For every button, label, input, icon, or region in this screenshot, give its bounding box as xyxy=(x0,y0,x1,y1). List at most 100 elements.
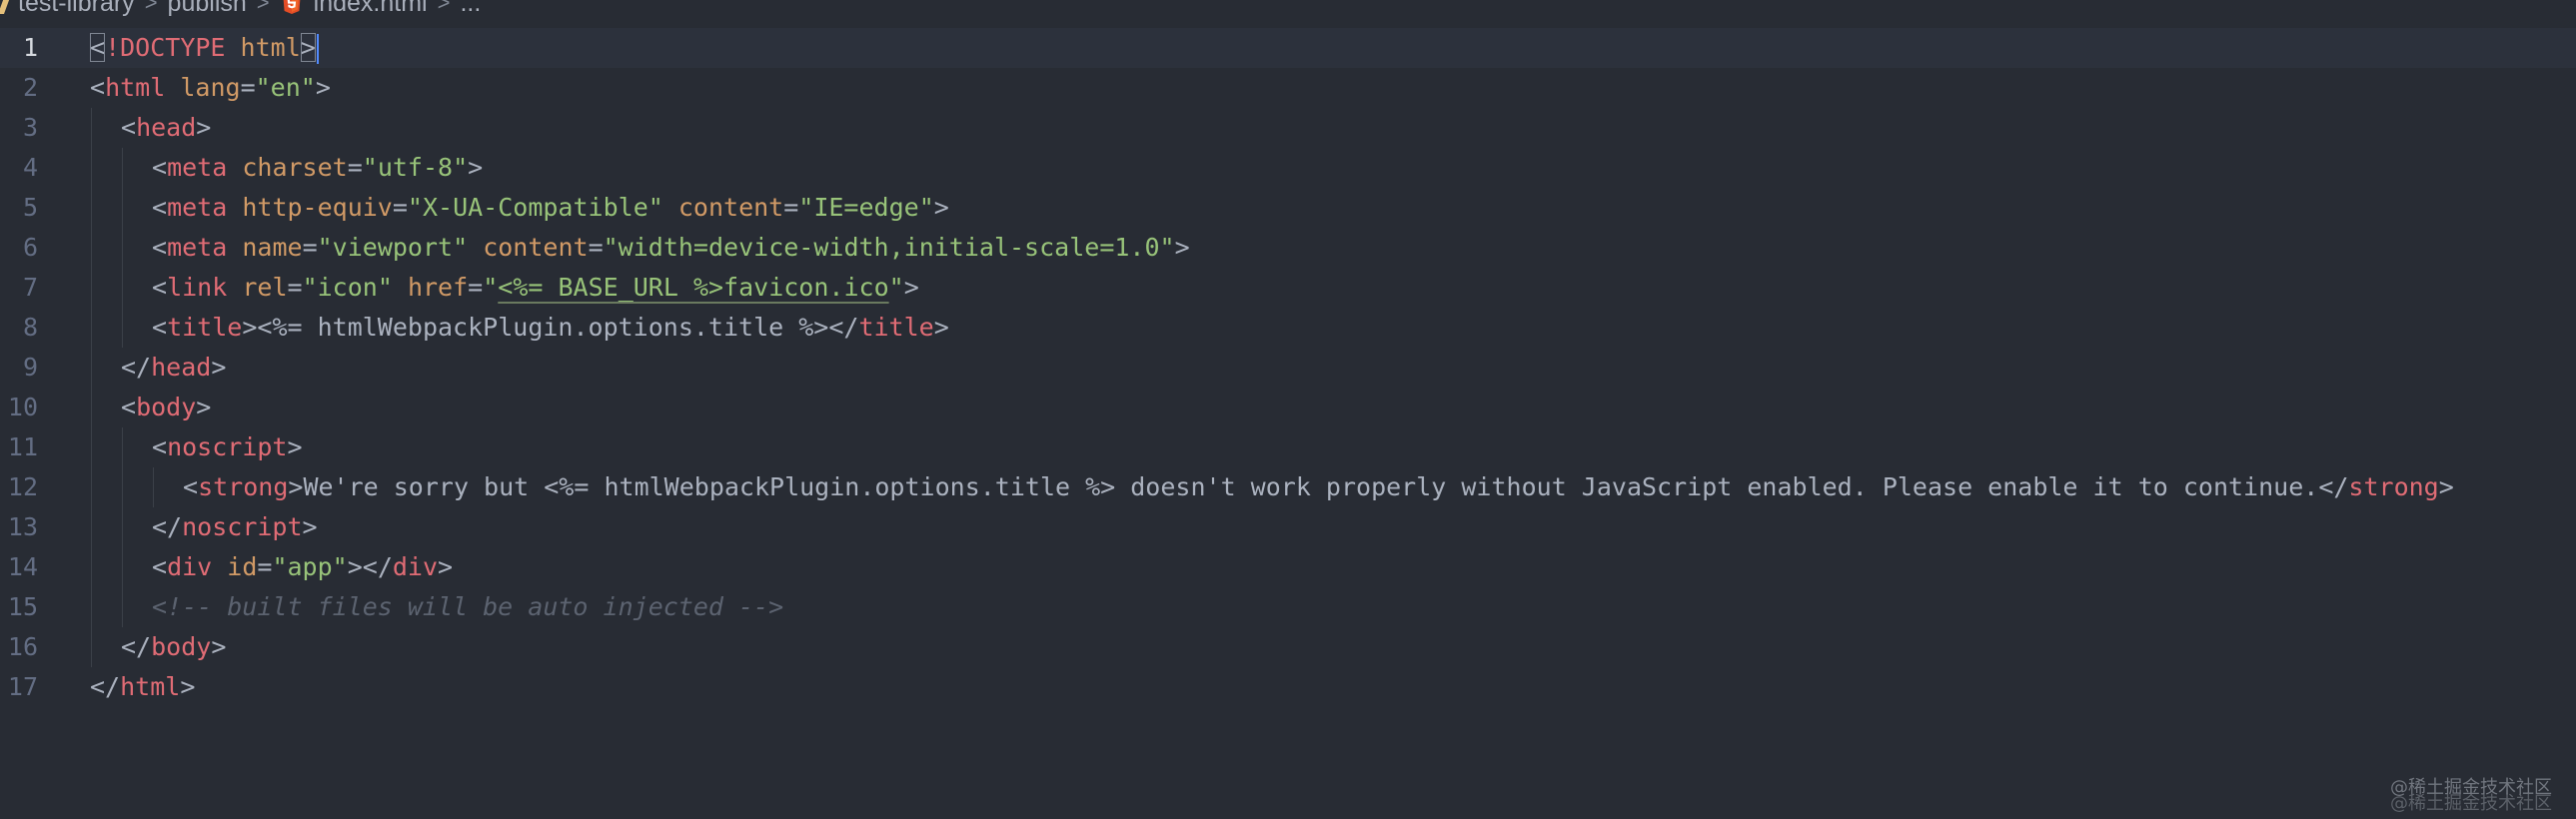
code-token: < xyxy=(183,472,199,501)
code-text: <body> xyxy=(121,388,211,427)
code-token: < xyxy=(152,233,168,262)
code-token: </ xyxy=(2318,472,2349,501)
code-token: > xyxy=(468,153,484,182)
code-token: " xyxy=(888,273,904,302)
code-text: <link rel="icon" href="<%= BASE_URL %>fa… xyxy=(152,268,919,308)
code-line[interactable]: 1 <!DOCTYPE html> xyxy=(0,28,2576,68)
code-token: > xyxy=(2438,472,2454,501)
code-text: <meta name="viewport" content="width=dev… xyxy=(152,228,1190,268)
indent-guide xyxy=(91,507,92,547)
code-token: "X-UA-Compatible" xyxy=(407,193,663,222)
code-token: "viewport" xyxy=(317,233,469,262)
breadcrumb-item-folder[interactable]: test-library xyxy=(18,0,135,18)
indent-guide xyxy=(122,148,123,188)
code-token: "utf-8" xyxy=(362,153,469,182)
watermark-shadow: @稀土掘金技术社区 xyxy=(2390,793,2552,814)
code-token: We're sorry but <%= htmlWebpackPlugin.op… xyxy=(303,472,2319,501)
code-line[interactable]: 15 <!-- built files will be auto injected… xyxy=(0,587,2576,627)
code-line[interactable]: 11 <noscript> xyxy=(0,427,2576,467)
code-line[interactable]: 17 </html> xyxy=(0,667,2576,707)
indent-guide xyxy=(91,467,92,507)
code-token: < xyxy=(121,393,137,421)
code-line[interactable]: 4 <meta charset="utf-8"> xyxy=(0,148,2576,188)
code-line[interactable]: 10 <body> xyxy=(0,388,2576,427)
code-token: title xyxy=(858,313,934,342)
code-token: > xyxy=(903,273,919,302)
code-line[interactable]: 14 <div id="app"></div> xyxy=(0,547,2576,587)
code-token: </ xyxy=(90,672,121,701)
code-line[interactable]: 5 <meta http-equiv="X-UA-Compatible" cont… xyxy=(0,188,2576,228)
code-token: = xyxy=(287,273,303,302)
code-text: <title><%= htmlWebpackPlugin.options.tit… xyxy=(152,308,949,348)
code-text: <noscript> xyxy=(152,427,303,467)
code-line[interactable]: 8 <title><%= htmlWebpackPlugin.options.ti… xyxy=(0,308,2576,348)
indent-guide xyxy=(91,228,92,268)
code-token: </ xyxy=(121,353,152,382)
code-token: !DOCTYPE xyxy=(105,33,226,62)
code-token: </ xyxy=(121,632,152,661)
code-token: "icon" xyxy=(302,273,393,302)
code-token: link xyxy=(167,273,228,302)
code-text: <head> xyxy=(121,108,211,148)
code-line[interactable]: 7 <link rel="icon" href="<%= BASE_URL %>f… xyxy=(0,268,2576,308)
html5-icon xyxy=(280,0,304,15)
code-text: <!DOCTYPE html> xyxy=(90,28,319,68)
code-token: strong xyxy=(2348,472,2439,501)
code-token: html xyxy=(105,73,166,102)
code-token: > xyxy=(211,353,227,382)
line-number: 16 xyxy=(7,632,38,661)
code-token: > xyxy=(180,672,196,701)
breadcrumb-item-file[interactable]: index.html xyxy=(314,0,428,18)
breadcrumb-separator: > xyxy=(437,0,451,15)
code-token: meta xyxy=(167,233,228,262)
line-number: 2 xyxy=(22,73,38,102)
code-token: noscript xyxy=(167,432,288,461)
code-token: "width=device-width,initial-scale=1.0" xyxy=(603,233,1175,262)
code-token: title xyxy=(167,313,243,342)
line-number: 10 xyxy=(7,393,38,421)
code-token: http-equiv xyxy=(242,193,393,222)
code-text: <!-- built files will be auto injected -… xyxy=(152,587,783,627)
indent-guide xyxy=(122,268,123,308)
code-editor[interactable]: 1 <!DOCTYPE html> 2 <html lang="en"> 3 <head>… xyxy=(0,28,2576,707)
indent-guide xyxy=(122,427,123,467)
indent-guide xyxy=(122,467,123,507)
code-line[interactable]: 13 </noscript> xyxy=(0,507,2576,547)
code-line[interactable]: 9 </head> xyxy=(0,348,2576,388)
code-token: = xyxy=(468,273,484,302)
code-line[interactable]: 12 <strong>We're sorry but <%= htmlWebpac… xyxy=(0,467,2576,507)
code-token: > xyxy=(933,313,949,342)
code-line[interactable]: 6 <meta name="viewport" content="width=de… xyxy=(0,228,2576,268)
code-line[interactable]: 3 <head> xyxy=(0,108,2576,148)
indent-guide xyxy=(91,268,92,308)
code-token: > xyxy=(288,472,304,501)
code-token: < xyxy=(152,153,168,182)
code-token: html xyxy=(240,33,301,62)
indent-guide xyxy=(122,587,123,627)
breadcrumb-separator: > xyxy=(144,0,158,15)
breadcrumb-item-subfolder[interactable]: publish xyxy=(168,0,247,18)
code-token: body xyxy=(151,632,212,661)
code-line[interactable]: 16 </body> xyxy=(0,627,2576,667)
code-token: < xyxy=(90,33,106,62)
indent-guide xyxy=(122,228,123,268)
code-token: > xyxy=(302,512,318,541)
code-line[interactable]: 2 <html lang="en"> xyxy=(0,68,2576,108)
code-token: meta xyxy=(167,193,228,222)
code-text: </body> xyxy=(121,627,226,667)
code-token: = xyxy=(240,73,256,102)
indent-guide xyxy=(122,188,123,228)
breadcrumb-item-symbols[interactable]: ... xyxy=(460,0,481,18)
indent-guide xyxy=(91,388,92,427)
code-token: > xyxy=(196,113,212,142)
indent-guide xyxy=(91,188,92,228)
code-token: > xyxy=(287,432,303,461)
code-token: id xyxy=(227,552,258,581)
code-token: html xyxy=(120,672,181,701)
code-token: div xyxy=(392,552,439,581)
